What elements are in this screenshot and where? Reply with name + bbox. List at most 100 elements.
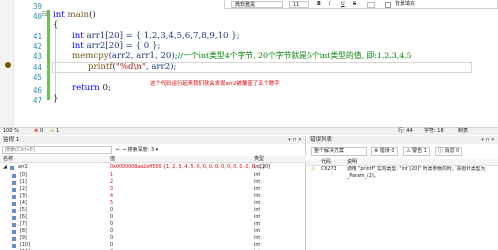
line-number: 45	[32, 73, 42, 82]
watch-type: int	[254, 173, 261, 178]
watch-type: int	[254, 194, 261, 199]
col-description[interactable]: 说明	[347, 159, 357, 166]
errors-filter-chip[interactable]: ⊗ 错误 0	[371, 147, 398, 156]
element-icon	[12, 237, 16, 241]
watch-type: int	[254, 208, 261, 213]
watch-type: int	[254, 180, 261, 185]
watch-item-row[interactable]: [9] 0 int	[0, 235, 306, 242]
code-line-46[interactable]: return 0;	[72, 83, 111, 93]
code-line-41[interactable]: int arr1[20] = { 1,2,3,4,5,6,7,8,9,10 };	[72, 31, 240, 41]
watch-value: 1	[110, 173, 114, 178]
font-select[interactable]: 微软雅黑	[231, 1, 283, 8]
watch-value: 0	[110, 243, 114, 248]
warnings-filter-chip[interactable]: ⚠ 警告 1	[403, 147, 430, 156]
breakpoint-marker[interactable]	[5, 62, 11, 68]
code-line-44[interactable]: printf("%d\n", arr2);	[88, 62, 176, 72]
watch-item-row[interactable]: [2] 3 int	[0, 186, 306, 193]
code-line-40[interactable]: {	[53, 20, 58, 30]
line-number: 46	[32, 86, 42, 95]
watch-title-text: 监视 1	[3, 137, 20, 143]
col-name[interactable]: 名称	[3, 156, 13, 163]
watch-item-row[interactable]: [8] 0 int	[0, 228, 306, 235]
watch-name: [2]	[20, 187, 27, 192]
watch-value: 0x0000008aa2eff500 {1, 2, 3, 4, 5, 0, 0,…	[110, 165, 266, 170]
watch-value: 5	[110, 201, 114, 206]
watch-item-row[interactable]: [7] 0 int	[0, 221, 306, 228]
watch-type: int	[254, 236, 261, 241]
element-icon	[12, 188, 16, 192]
underline-button[interactable]: U	[341, 1, 345, 8]
col-value[interactable]: 值	[110, 156, 115, 163]
strikethrough-button[interactable]: S	[353, 1, 356, 8]
scope-select[interactable]: 整个解决方案	[311, 147, 367, 156]
color-swatch[interactable]	[367, 1, 375, 8]
change-indicator	[47, 10, 50, 100]
watch-type: int	[254, 201, 261, 206]
watch-item-row[interactable]: [3] 4 int	[0, 193, 306, 200]
watch-value: 2	[110, 180, 114, 185]
element-icon	[12, 195, 16, 199]
watch-search-input[interactable]: 搜索(Ctrl+E)	[2, 146, 112, 154]
element-icon	[12, 230, 16, 234]
font-size-select[interactable]: 11	[289, 1, 309, 8]
fold-toggle-icon[interactable]: ⊟	[42, 10, 50, 18]
warning-icon: ⚠	[50, 128, 55, 134]
watch-window: 监视 1 ▾ ⊓ ✕ 搜索(Ctrl+E) ← → 搜索深度: 3 ▾ 名称 值…	[0, 136, 306, 250]
element-icon	[12, 181, 16, 185]
bold-button[interactable]: B	[317, 1, 321, 8]
watch-item-row[interactable]: [6] 0 int	[0, 214, 306, 221]
watch-type: int	[254, 229, 261, 234]
code-line-39[interactable]: int main()	[53, 10, 96, 20]
code-line-42[interactable]: int arr2[20] = { 0 };	[72, 41, 160, 51]
panel-controls[interactable]: ▾ ⊓ ✕	[481, 136, 495, 144]
messages-filter-chip[interactable]: ⓘ 消息 0	[435, 147, 463, 156]
warning-icon: ⚠	[311, 167, 316, 172]
col-type[interactable]: 类型	[254, 156, 264, 163]
panel-controls[interactable]: ▾ ⊓ ✕	[288, 136, 302, 144]
error-list-title: 错误列表 ▾ ⊓ ✕	[307, 136, 498, 144]
watch-root-row[interactable]: ◢ arr2 0x0000008aa2eff500 {1, 2, 3, 4, 5…	[0, 164, 306, 171]
watch-name: [7]	[20, 222, 27, 227]
bg-fill-checkbox[interactable]	[385, 1, 391, 8]
line-number: 40	[32, 12, 42, 21]
code-editor[interactable]: 39 40 41 42 43 44 45 46 47 ⊟ int main() …	[0, 0, 498, 127]
expand-icon[interactable]: ◢	[3, 164, 7, 171]
col-code[interactable]: 代码	[321, 159, 331, 166]
watch-type: int	[254, 222, 261, 227]
element-icon	[12, 223, 16, 227]
code-line-47[interactable]: }	[53, 94, 58, 104]
watch-name: [4]	[20, 201, 27, 206]
scope-guide	[55, 22, 56, 100]
watch-value: 4	[110, 194, 114, 199]
element-icon	[12, 209, 16, 213]
error-count[interactable]: 0	[40, 128, 43, 135]
error-list: 错误列表 ▾ ⊓ ✕ 整个解决方案 ⊗ 错误 0 ⚠ 警告 1 ⓘ 消息 0 代…	[307, 136, 498, 250]
italic-button[interactable]: I	[329, 1, 330, 8]
editor-status-bar: 100 % ⊗ 0 ⚠ 1 行: 44 字符: 18 制表	[0, 127, 498, 135]
watch-value: 0	[110, 208, 114, 213]
watch-item-row[interactable]: [10] 0 int	[0, 242, 306, 249]
error-row[interactable]: ⚠ C6273 调用 "printf" 实际类型: "int [20]" 时类参…	[307, 167, 498, 181]
watch-name: arr2	[18, 165, 28, 170]
warning-count[interactable]: 1	[56, 128, 59, 135]
watch-title: 监视 1 ▾ ⊓ ✕	[0, 136, 305, 144]
code-line-43[interactable]: memcpy(arr2, arr1, 20);//一个int类型4个字节, 20…	[72, 51, 412, 61]
watch-value: 0	[110, 236, 114, 241]
variable-icon	[10, 166, 14, 170]
watch-value: 3	[110, 187, 114, 192]
watch-type: int[20]	[254, 165, 271, 170]
watch-item-row[interactable]: [5] 0 int	[0, 207, 306, 214]
zoom-level[interactable]: 100 %	[3, 128, 19, 135]
watch-item-row[interactable]: [1] 2 int	[0, 179, 306, 186]
search-depth-control[interactable]: ← → 搜索深度: 3 ▾	[116, 146, 158, 154]
watch-name: [10]	[20, 243, 30, 248]
watch-value: 0	[110, 229, 114, 234]
watch-type: int	[254, 187, 261, 192]
watch-item-row[interactable]: [0] 1 int	[0, 172, 306, 179]
watch-item-row[interactable]: [4] 5 int	[0, 200, 306, 207]
watch-name: [8]	[20, 229, 27, 234]
element-icon	[12, 244, 16, 248]
line-number: 39	[32, 2, 42, 11]
watch-value: 0	[110, 222, 114, 227]
watch-name: [5]	[20, 208, 27, 213]
